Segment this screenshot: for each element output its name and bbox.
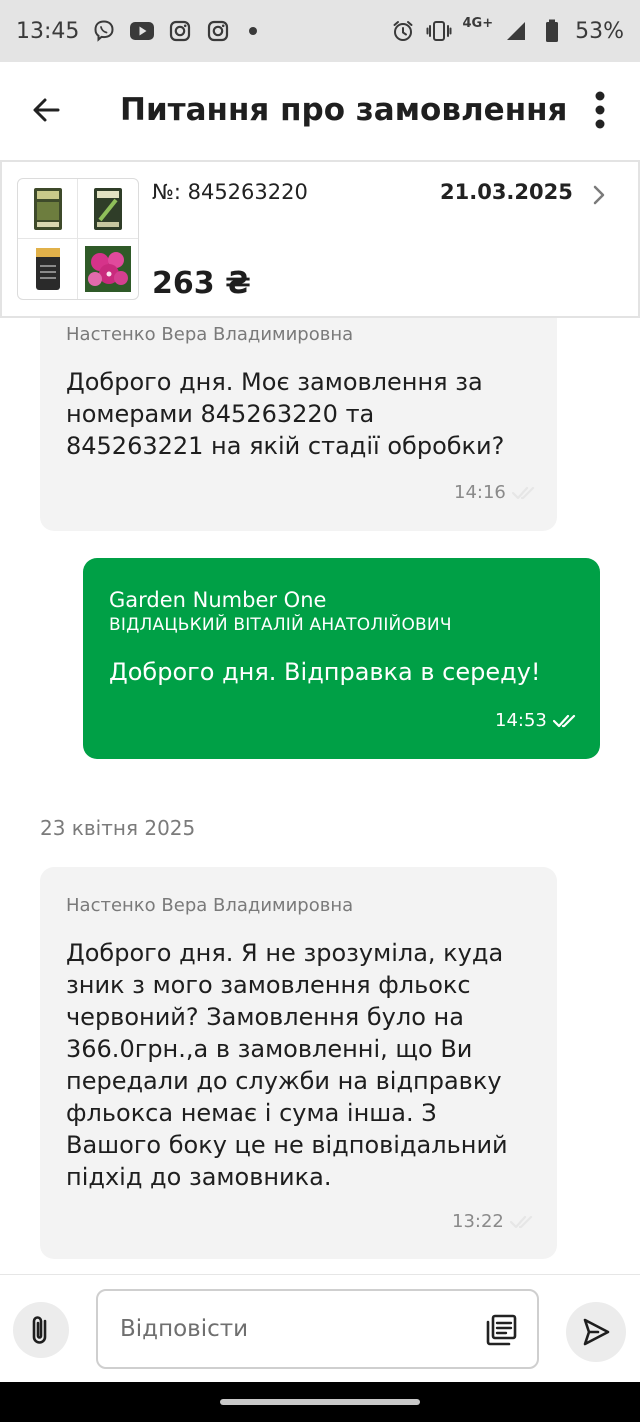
vibrate-icon: [426, 18, 452, 44]
alarm-icon: [390, 18, 416, 44]
message-company: Garden Number One: [109, 588, 327, 612]
reply-field: [96, 1289, 539, 1369]
status-bar: 13:45 4G+ 53%: [0, 0, 640, 62]
youtube-icon: [129, 18, 155, 44]
order-price: 263 ₴: [152, 266, 251, 301]
order-thumbnails: [17, 178, 139, 300]
order-date: 21.03.2025: [440, 180, 573, 204]
message-text: Доброго дня. Відправка в середу!: [109, 658, 541, 686]
order-number: №: 845263220: [152, 180, 308, 204]
message-incoming: Настенко Вера Владимировна Доброго дня. …: [40, 318, 557, 531]
status-left: 13:45: [16, 18, 258, 44]
arrow-back-icon: [33, 98, 60, 122]
status-right: 4G+ 53%: [390, 15, 624, 44]
double-check-icon: [509, 1215, 532, 1228]
message-incoming: Настенко Вера Владимировна Доброго дня. …: [40, 867, 557, 1259]
message-outgoing: Garden Number One ВІДЛАЦЬКИЙ ВІТАЛІЙ АНА…: [83, 558, 600, 759]
reply-input[interactable]: [120, 1311, 460, 1347]
message-time: 14:16: [454, 482, 506, 503]
message-time: 14:53: [495, 710, 547, 731]
chevron-right-icon: [593, 185, 605, 205]
double-check-icon: [552, 714, 575, 727]
message-composer: [0, 1274, 640, 1382]
templates-icon: [486, 1314, 517, 1346]
attach-button[interactable]: [13, 1302, 69, 1358]
home-gesture-handle[interactable]: [220, 1399, 420, 1405]
back-button[interactable]: [26, 90, 66, 130]
templates-button[interactable]: [482, 1311, 520, 1349]
instagram-icon: [205, 18, 231, 44]
send-button[interactable]: [566, 1302, 626, 1362]
signal-icon: [503, 18, 529, 44]
message-sender: ВІДЛАЦЬКИЙ ВІТАЛІЙ АНАТОЛІЙОВИЧ: [109, 615, 452, 635]
paperclip-icon: [32, 1316, 47, 1344]
message-meta: 14:16: [454, 482, 540, 503]
page-title: Питання про замовлення: [120, 92, 568, 128]
message-time: 13:22: [452, 1211, 504, 1232]
instagram-icon: [167, 18, 193, 44]
message-text: Доброго дня. Я не зрозуміла, куда зник з…: [66, 939, 508, 1191]
product-thumbnail: [78, 239, 138, 299]
network-type: 4G+: [462, 15, 494, 31]
message-meta: 13:22: [452, 1211, 538, 1232]
battery-icon: [539, 18, 565, 44]
message-sender: Настенко Вера Владимировна: [66, 324, 354, 345]
message-meta: 14:53: [495, 710, 581, 731]
viber-icon: [91, 18, 117, 44]
order-card[interactable]: №: 845263220 21.03.2025 263 ₴: [0, 160, 640, 318]
more-vertical-icon: [595, 91, 605, 129]
product-thumbnail: [18, 179, 78, 239]
product-thumbnail: [78, 179, 138, 239]
send-icon: [583, 1318, 610, 1346]
notification-dot-icon: [249, 27, 258, 35]
battery-level: 53%: [575, 18, 624, 44]
message-text: Доброго дня. Моє замовлення за номерами …: [66, 368, 505, 460]
status-time: 13:45: [16, 18, 80, 44]
more-menu-button[interactable]: [584, 88, 616, 132]
message-sender: Настенко Вера Владимировна: [66, 895, 354, 916]
product-thumbnail: [18, 239, 78, 299]
double-check-icon: [511, 486, 534, 499]
chat-thread[interactable]: Настенко Вера Владимировна Доброго дня. …: [0, 318, 640, 1274]
app-bar: Питання про замовлення: [0, 62, 640, 158]
system-nav-bar: [0, 1382, 640, 1422]
date-separator: 23 квітня 2025: [40, 816, 196, 840]
